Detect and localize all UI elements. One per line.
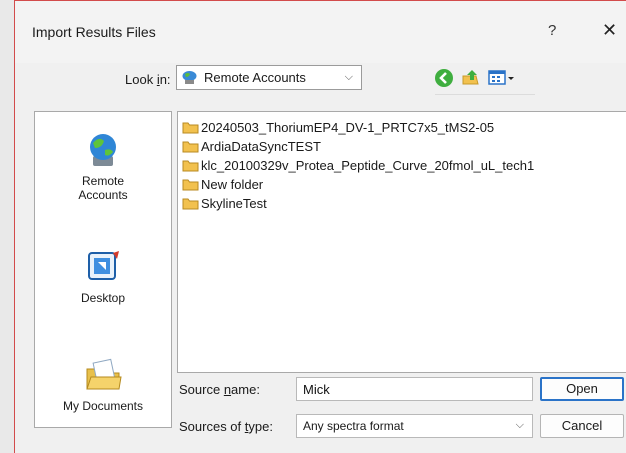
list-item[interactable]: 20240503_ThoriumEP4_DV-1_PRTC7x5_tMS2-05 <box>182 118 494 136</box>
place-my-documents[interactable]: My Documents <box>35 355 171 413</box>
list-item[interactable]: klc_20100329v_Protea_Peptide_Curve_20fmo… <box>182 156 534 174</box>
up-folder-icon[interactable] <box>460 67 482 89</box>
my-documents-icon <box>86 358 122 390</box>
place-desktop[interactable]: Desktop <box>35 247 171 305</box>
list-item[interactable]: ArdiaDataSyncTEST <box>182 137 321 155</box>
view-menu-icon[interactable] <box>487 67 517 89</box>
toolbar-divider <box>435 94 535 95</box>
open-button[interactable]: Open <box>540 377 624 401</box>
source-type-select[interactable]: Any spectra format ⌵ <box>296 414 533 438</box>
chevron-down-icon: ⌵ <box>515 419 524 431</box>
file-name: klc_20100329v_Protea_Peptide_Curve_20fmo… <box>201 157 535 173</box>
look-in-value: Remote Accounts <box>204 70 306 85</box>
title-bar: Import Results Files ? ✕ <box>15 1 626 63</box>
help-button[interactable]: ? <box>548 22 556 39</box>
source-type-label: Sources of type: <box>179 419 273 434</box>
folder-icon <box>182 198 199 209</box>
file-name: New folder <box>201 176 264 192</box>
remote-accounts-icon <box>182 71 197 84</box>
place-label: My Documents <box>62 399 144 413</box>
dialog-title: Import Results Files <box>32 24 156 40</box>
folder-icon <box>182 179 199 190</box>
file-list[interactable]: 20240503_ThoriumEP4_DV-1_PRTC7x5_tMS2-05… <box>177 111 626 373</box>
chevron-down-icon: ⌵ <box>344 71 353 83</box>
folder-icon <box>182 141 199 152</box>
place-label: Accounts <box>78 188 128 202</box>
import-results-dialog: Import Results Files ? ✕ Look in: Remote… <box>14 0 626 453</box>
folder-icon <box>182 122 199 133</box>
file-name: SkylineTest <box>201 195 267 211</box>
source-name-input[interactable] <box>296 377 533 401</box>
close-button[interactable]: ✕ <box>602 20 617 41</box>
source-name-label: Source name: <box>179 382 260 397</box>
place-label: Desktop <box>80 291 126 305</box>
file-name: ArdiaDataSyncTEST <box>201 138 321 154</box>
look-in-combobox[interactable]: Remote Accounts ⌵ <box>176 65 362 90</box>
file-name: 20240503_ThoriumEP4_DV-1_PRTC7x5_tMS2-05 <box>201 119 495 135</box>
source-type-value: Any spectra format <box>303 419 404 433</box>
place-remote-accounts[interactable]: Remote Accounts <box>35 130 171 202</box>
look-in-label: Look in: <box>125 72 171 87</box>
folder-icon <box>182 160 199 171</box>
places-bar: Remote Accounts Desktop My Documents <box>34 111 172 428</box>
list-item[interactable]: New folder <box>182 175 263 193</box>
desktop-icon <box>88 251 119 280</box>
cancel-button[interactable]: Cancel <box>540 414 624 438</box>
list-item[interactable]: SkylineTest <box>182 194 267 212</box>
back-icon[interactable] <box>433 67 455 89</box>
place-label: Remote <box>81 174 125 188</box>
remote-accounts-icon <box>90 134 116 166</box>
